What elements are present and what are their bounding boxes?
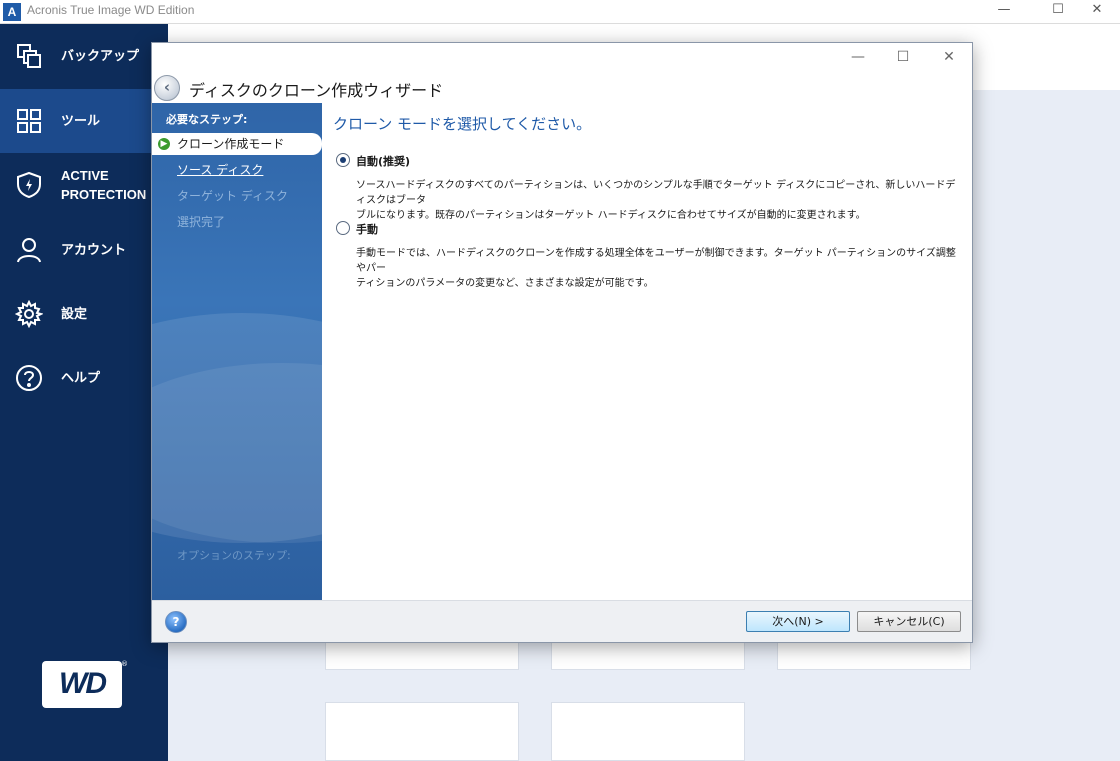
wizard-content: クローン モードを選択してください。 自動(推奨) ソースハードディスクのすべて…	[322, 103, 972, 600]
sidebar-item-help[interactable]: ヘルプ	[0, 346, 168, 410]
decorative-swoosh	[152, 363, 322, 543]
wizard-step-source-disk[interactable]: ソース ディスク	[152, 159, 322, 181]
sidebar-item-label: ツール	[61, 113, 101, 128]
dialog-minimize-button[interactable]: —	[838, 46, 878, 68]
sidebar-item-backup[interactable]: バックアップ	[0, 24, 168, 88]
dialog-header: ‹ ディスクのクローン作成ウィザード	[152, 71, 972, 103]
window-close-button[interactable]: ✕	[1074, 0, 1120, 22]
sidebar-item-label: 設定	[61, 306, 88, 321]
help-icon[interactable]: ?	[165, 611, 187, 633]
sidebar-item-label: ACTIVE PROTECTION	[61, 168, 147, 202]
manual-mode-description: 手動モードでは、ハードディスクのクローンを作成する処理全体をユーザーが制御できま…	[356, 248, 956, 289]
cancel-button[interactable]: キャンセル(C)	[857, 611, 961, 632]
shield-icon	[17, 171, 41, 199]
sidebar-item-label: ヘルプ	[61, 370, 101, 385]
manual-mode-label[interactable]: 手動	[356, 221, 378, 237]
tool-tile[interactable]	[551, 702, 745, 761]
manual-mode-radio[interactable]	[336, 221, 350, 235]
sidebar-item-account[interactable]: アカウント	[0, 218, 168, 282]
dialog-maximize-button[interactable]: ☐	[883, 46, 923, 68]
back-arrow-icon[interactable]: ‹	[154, 75, 180, 101]
window-minimize-button[interactable]: —	[981, 0, 1027, 22]
wizard-step-target-disk: ターゲット ディスク	[177, 189, 288, 203]
sidebar-item-settings[interactable]: 設定	[0, 282, 168, 346]
account-icon	[17, 238, 41, 263]
content-heading: クローン モードを選択してください。	[333, 115, 592, 133]
tools-grid-icon	[17, 109, 41, 133]
acronis-logo-icon: A	[3, 3, 21, 21]
clone-disk-wizard-dialog: — ☐ ✕ ‹ ディスクのクローン作成ウィザード 必要なステップ: ▶ クローン…	[151, 42, 973, 643]
help-icon	[16, 365, 42, 391]
sidebar-item-tools[interactable]: ツール	[0, 89, 168, 153]
wizard-step-finish: 選択完了	[177, 215, 226, 229]
sidebar-item-active-protection[interactable]: ACTIVE PROTECTION	[0, 153, 168, 217]
registered-mark: ®	[121, 660, 128, 668]
sidebar-item-label: アカウント	[61, 242, 127, 257]
optional-steps-label: オプションのステップ:	[177, 549, 291, 562]
dialog-footer: ? 次へ(N) > キャンセル(C)	[152, 600, 972, 642]
gear-icon	[15, 300, 43, 328]
app-title: Acronis True Image WD Edition	[27, 3, 195, 17]
tool-tile[interactable]	[325, 702, 519, 761]
dialog-title: ディスクのクローン作成ウィザード	[189, 81, 444, 100]
auto-mode-label[interactable]: 自動(推奨)	[356, 153, 410, 169]
next-button[interactable]: 次へ(N) >	[746, 611, 850, 632]
wd-brand-logo: WD	[42, 661, 122, 708]
dialog-close-button[interactable]: ✕	[929, 46, 969, 68]
sidebar: バックアップ ツール ACTIVE PROTECTION アカウント 設定 ヘルプ	[0, 24, 168, 761]
app-titlebar: A Acronis True Image WD Edition — ☐ ✕	[0, 0, 1120, 24]
wizard-steps-panel: 必要なステップ: ▶ クローン作成モード ソース ディスク ターゲット ディスク…	[152, 103, 322, 600]
backup-icon	[17, 44, 41, 68]
auto-mode-radio[interactable]	[336, 153, 350, 167]
wizard-step-clone-mode[interactable]: ▶ クローン作成モード	[152, 133, 322, 155]
auto-mode-description: ソースハードディスクのすべてのパーティションは、いくつかのシンプルな手順でターゲ…	[356, 180, 956, 221]
sidebar-item-label: バックアップ	[61, 48, 140, 63]
steps-header: 必要なステップ:	[166, 113, 248, 126]
current-step-arrow-icon: ▶	[158, 138, 170, 150]
